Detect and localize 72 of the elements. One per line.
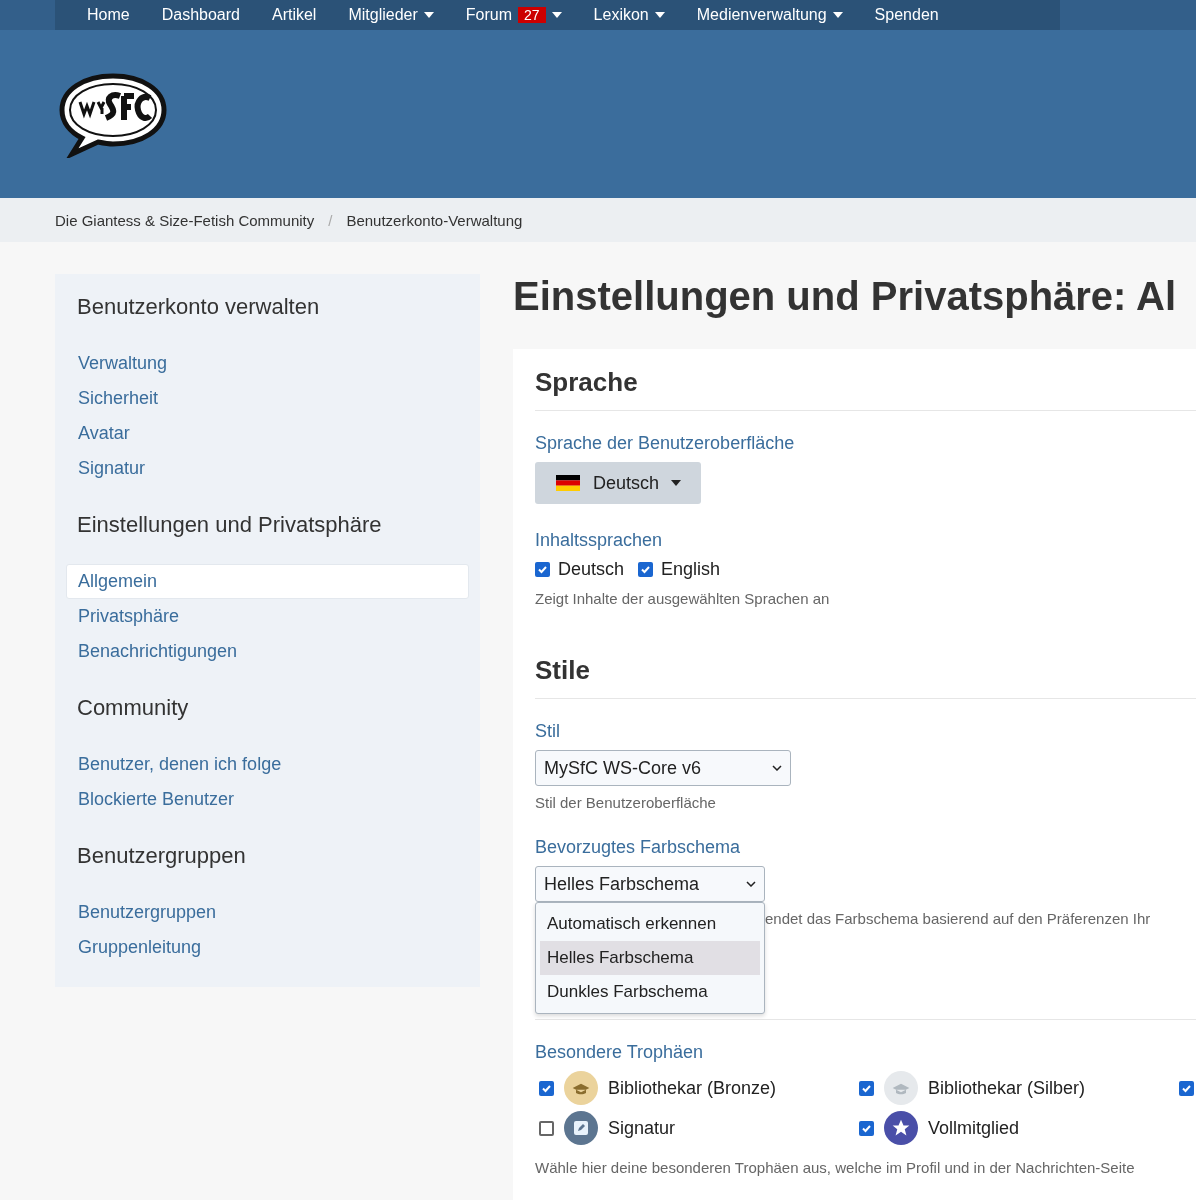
nav-link[interactable]: Home [71,6,146,24]
check-icon [537,564,548,575]
color-scheme-select[interactable]: Helles Farbschema [535,866,765,902]
dropdown-option[interactable]: Helles Farbschema [540,941,760,975]
checkbox[interactable] [1179,1080,1194,1096]
breadcrumb-link[interactable]: Benutzerkonto-Verwaltung [346,211,523,229]
count-badge: 27 [518,7,546,23]
chevron-icon [746,881,756,887]
checkbox[interactable] [859,1080,874,1096]
nav-link[interactable]: Mitglieder [332,6,450,24]
field-hint: endet das Farbschema basierend auf den Präferenzen Ihr [765,910,1152,927]
trophy-label: Vollmitglied [928,1117,1020,1139]
breadcrumb-link[interactable]: Die Giantess & Size-Fetish Community [55,211,315,229]
checkbox[interactable] [539,1120,554,1136]
sidebar-link[interactable]: Gruppenleitung [66,930,469,965]
checkbox-label: English [661,559,721,580]
field-label: Stil [535,721,561,742]
section-heading: Sprache [535,367,1196,411]
field-label: Sprache der Benutzeroberfläche [535,433,796,454]
flag-icon [555,475,581,491]
nav-link[interactable]: Dashboard [145,6,256,24]
check-icon [640,564,652,575]
field-hint: Stil der Benutzeroberfläche [535,794,717,811]
sidebar-link[interactable]: Benutzer, denen ich folge [66,747,469,782]
sidebar-link[interactable]: Signatur [66,451,469,486]
dropdown-option[interactable]: Dunkles Farbschema [540,975,760,1009]
nav-link[interactable]: Lexikon [577,6,681,24]
sidebar-heading: Community [76,695,190,721]
sidebar-link[interactable]: Sicherheit [66,381,469,416]
sidebar-heading: Benutzergruppen [76,843,247,869]
nav-link[interactable]: Forum 27 [449,6,578,24]
logo[interactable] [58,72,168,158]
language-button[interactable]: Deutsch [535,462,702,504]
sidebar-link[interactable]: Verwaltung [66,346,469,381]
trophy-label: Bibliothekar (Bronze) [608,1077,777,1099]
caret-icon [832,12,843,18]
sidebar-heading: Benutzerkonto verwalten [76,294,321,320]
checkbox-label: Deutsch [558,559,625,580]
sidebar-link[interactable]: Benutzergruppen [66,895,469,930]
field-hint: Zeigt Inhalte der ausgewählten Sprachen an [535,590,831,607]
style-select[interactable]: MySfC WS-Core v6 [535,750,791,786]
dropdown-option[interactable]: Automatisch erkennen [540,907,760,941]
sidebar-link[interactable]: Benachrichtigungen [66,634,469,669]
field-label: Besondere Trophäen [535,1042,705,1063]
nav-link[interactable]: Artikel [255,6,333,24]
sidebar-link[interactable]: Avatar [66,416,469,451]
section-heading: Stile [535,655,1196,699]
nav-link[interactable]: Spenden [858,6,955,24]
caret-icon [551,12,562,18]
caret-icon [671,480,682,486]
graduation-cap-icon [564,1071,598,1105]
page-title: Einstellungen und Privatsphäre: Al [513,274,1178,319]
sidebar-link[interactable]: Privatsphäre [66,599,469,634]
sidebar-link[interactable]: Blockierte Benutzer [66,782,469,817]
checkbox[interactable] [539,1080,554,1096]
breadcrumb-separator: / [328,211,333,229]
checkbox[interactable] [638,562,654,577]
caret-icon [654,12,665,18]
checkbox[interactable] [535,562,550,577]
trophy-label: Signatur [608,1117,676,1139]
pencil-icon [564,1111,598,1145]
sidebar-link[interactable]: Allgemein [66,564,469,599]
nav-link[interactable]: Medienverwaltung [680,6,859,24]
sidebar-heading: Einstellungen und Privatsphäre [76,512,383,538]
field-label: Inhaltssprachen [535,530,664,551]
checkbox[interactable] [859,1120,874,1136]
graduation-cap-icon [884,1071,918,1105]
field-label: Bevorzugtes Farbschema [535,837,742,858]
chevron-icon [772,765,782,771]
caret-icon [423,12,434,18]
trophy-label: Bibliothekar (Silber) [928,1077,1086,1099]
field-hint: Wähle hier deine besonderen Trophäen aus, welche im Profil und in der Nachrichten-Seite [535,1159,1136,1176]
